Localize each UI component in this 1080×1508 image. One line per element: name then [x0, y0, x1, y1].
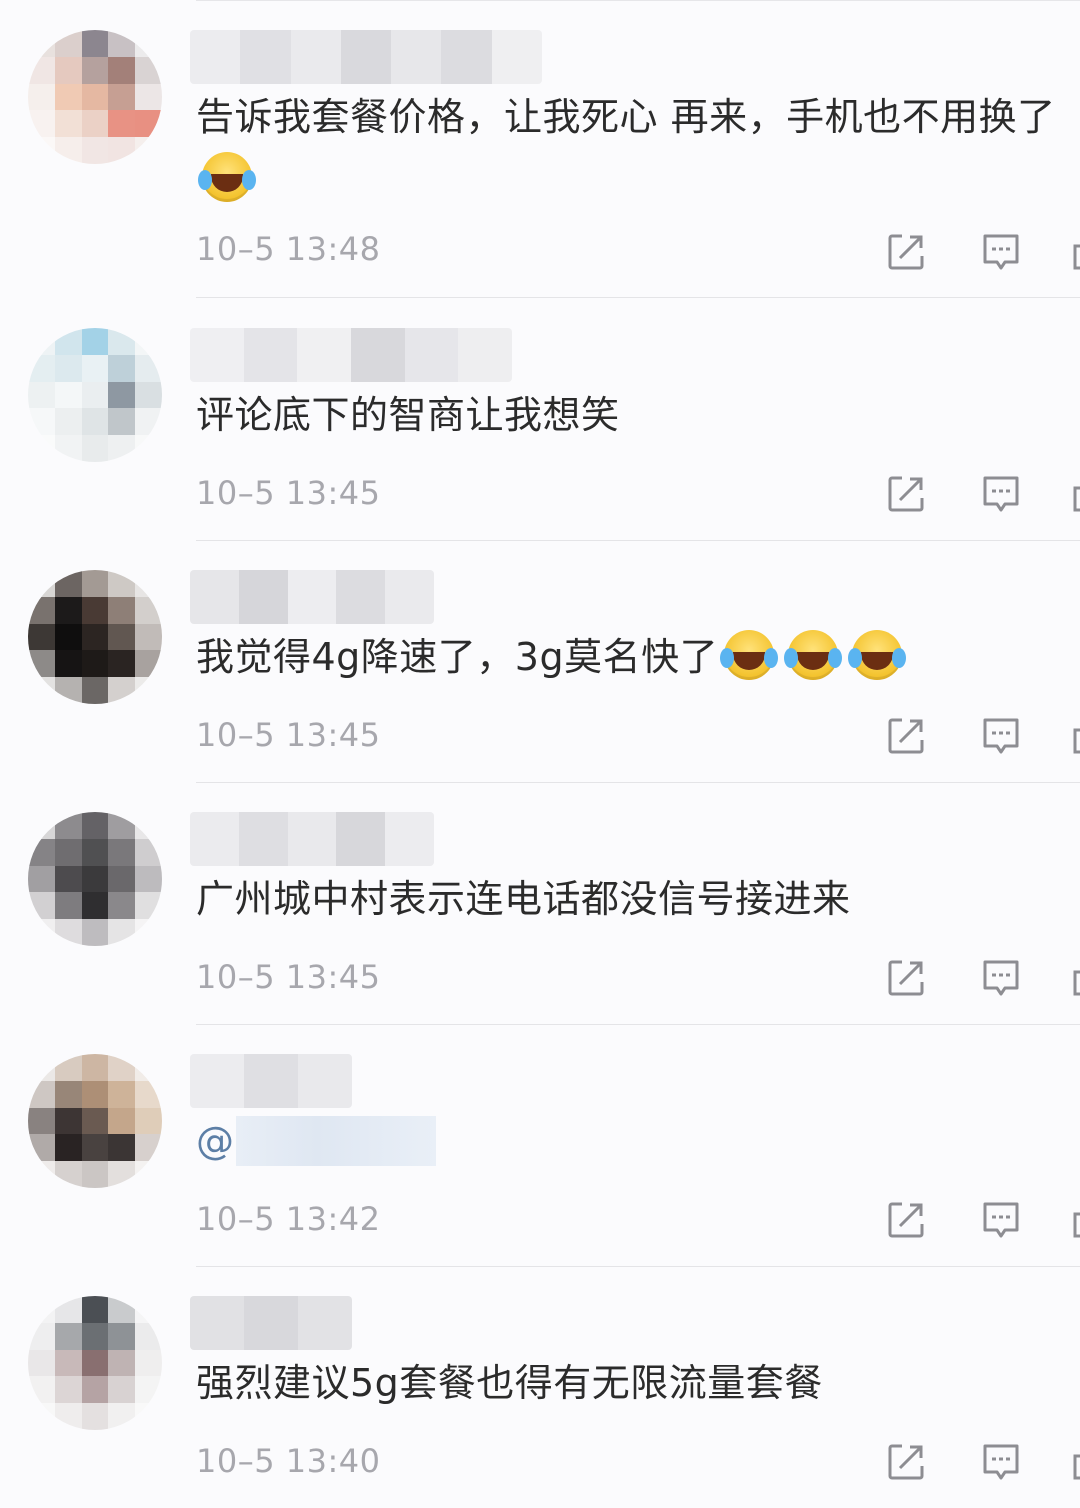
- comment-item: 我觉得4g降速了，3g莫名快了 10–5 13:45: [0, 540, 1080, 783]
- like-icon[interactable]: [1072, 728, 1080, 754]
- avatar[interactable]: [28, 1054, 162, 1188]
- avatar[interactable]: [28, 1296, 162, 1430]
- comment-icon[interactable]: [981, 958, 1021, 998]
- laugh-cry-emoji-icon: [848, 630, 903, 680]
- comment-time: 10–5 13:45: [196, 716, 381, 754]
- comment-item: @ 10–5 13:42: [0, 1024, 1080, 1267]
- username-blurred[interactable]: [190, 812, 434, 866]
- username-blurred[interactable]: [190, 570, 434, 624]
- username-blurred[interactable]: [190, 30, 542, 84]
- comment-icon[interactable]: [981, 474, 1021, 514]
- like-icon[interactable]: [1072, 1212, 1080, 1238]
- mention[interactable]: @: [196, 1116, 436, 1166]
- share-icon[interactable]: [886, 1200, 926, 1240]
- comment-text: 强烈建议5g套餐也得有无限流量套餐: [196, 1361, 823, 1405]
- comment-item: 评论底下的智商让我想笑 10–5 13:45: [0, 298, 1080, 541]
- comment-text: 广州城中村表示连电话都没信号接进来: [196, 877, 851, 921]
- share-icon[interactable]: [886, 716, 926, 756]
- share-icon[interactable]: [886, 958, 926, 998]
- like-icon[interactable]: [1072, 970, 1080, 996]
- mention-at-sign[interactable]: @: [196, 1119, 234, 1163]
- comment-text: 我觉得4g降速了，3g莫名快了: [196, 626, 1080, 688]
- comment-item: 强烈建议5g套餐也得有无限流量套餐 10–5 13:40: [0, 1266, 1080, 1508]
- laugh-cry-emoji-icon: [784, 630, 839, 680]
- comment-time: 10–5 13:45: [196, 958, 381, 996]
- avatar[interactable]: [28, 30, 162, 164]
- avatar[interactable]: [28, 812, 162, 946]
- comment-item: 告诉我套餐价格，让我死心 再来，手机也不用换了 10–5 13:48: [0, 0, 1080, 298]
- comment-time: 10–5 13:45: [196, 474, 381, 512]
- like-icon[interactable]: [1072, 244, 1080, 270]
- share-icon[interactable]: [886, 232, 926, 272]
- laugh-cry-emoji-icon: [198, 152, 252, 202]
- username-blurred[interactable]: [190, 1296, 352, 1350]
- comment-icon[interactable]: [981, 716, 1021, 756]
- username-blurred[interactable]: [190, 1054, 352, 1108]
- comment-time: 10–5 13:42: [196, 1200, 381, 1238]
- laugh-cry-emoji-icon: [720, 630, 775, 680]
- comment-item: 广州城中村表示连电话都没信号接进来 10–5 13:45: [0, 782, 1080, 1025]
- share-icon[interactable]: [886, 1442, 926, 1482]
- like-icon[interactable]: [1072, 1454, 1080, 1480]
- like-icon[interactable]: [1072, 486, 1080, 512]
- comment-text: 评论底下的智商让我想笑: [196, 393, 620, 437]
- avatar[interactable]: [28, 570, 162, 704]
- comment-icon[interactable]: [981, 1442, 1021, 1482]
- comment-time: 10–5 13:40: [196, 1442, 381, 1480]
- share-icon[interactable]: [886, 474, 926, 514]
- comment-icon[interactable]: [981, 232, 1021, 272]
- username-blurred[interactable]: [190, 328, 512, 382]
- comment-icon[interactable]: [981, 1200, 1021, 1240]
- comment-text: 告诉我套餐价格，让我死心 再来，手机也不用换了: [196, 86, 1080, 210]
- avatar[interactable]: [28, 328, 162, 462]
- comment-time: 10–5 13:48: [196, 230, 381, 268]
- mention-blurred[interactable]: [236, 1116, 436, 1166]
